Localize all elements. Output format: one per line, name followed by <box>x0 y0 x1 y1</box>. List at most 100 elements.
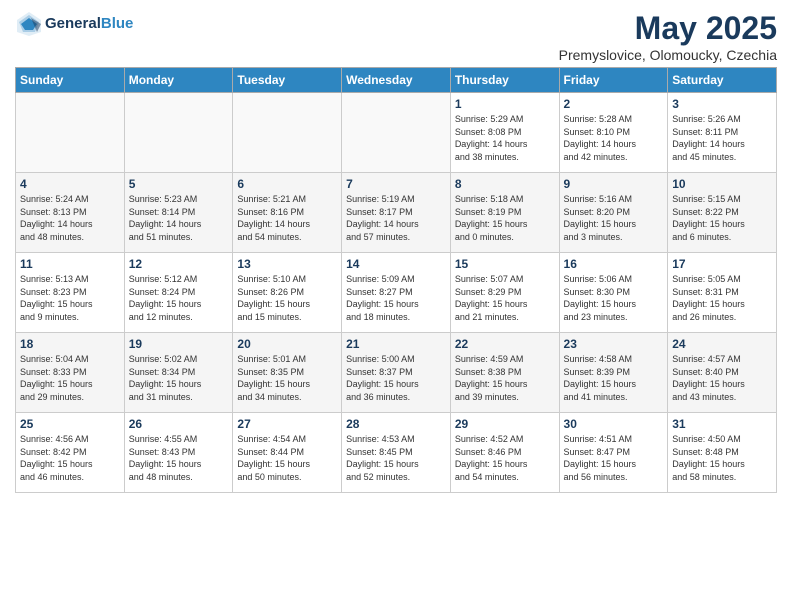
day-number: 29 <box>455 417 555 431</box>
subtitle: Premyslovice, Olomoucky, Czechia <box>559 47 777 63</box>
day-number: 25 <box>20 417 120 431</box>
day-number: 17 <box>672 257 772 271</box>
day-number: 23 <box>564 337 664 351</box>
day-number: 3 <box>672 97 772 111</box>
day-info: Sunrise: 4:52 AM Sunset: 8:46 PM Dayligh… <box>455 433 555 483</box>
day-info: Sunrise: 5:21 AM Sunset: 8:16 PM Dayligh… <box>237 193 337 243</box>
day-info: Sunrise: 5:24 AM Sunset: 8:13 PM Dayligh… <box>20 193 120 243</box>
day-number: 9 <box>564 177 664 191</box>
weekday-header-row: SundayMondayTuesdayWednesdayThursdayFrid… <box>16 68 777 93</box>
weekday-header-monday: Monday <box>124 68 233 93</box>
day-info: Sunrise: 5:00 AM Sunset: 8:37 PM Dayligh… <box>346 353 446 403</box>
day-info: Sunrise: 4:56 AM Sunset: 8:42 PM Dayligh… <box>20 433 120 483</box>
calendar-cell <box>16 93 125 173</box>
day-info: Sunrise: 5:29 AM Sunset: 8:08 PM Dayligh… <box>455 113 555 163</box>
day-info: Sunrise: 5:05 AM Sunset: 8:31 PM Dayligh… <box>672 273 772 323</box>
day-number: 27 <box>237 417 337 431</box>
day-info: Sunrise: 5:07 AM Sunset: 8:29 PM Dayligh… <box>455 273 555 323</box>
calendar-cell: 14 Sunrise: 5:09 AM Sunset: 8:27 PM Dayli… <box>342 253 451 333</box>
day-info: Sunrise: 4:53 AM Sunset: 8:45 PM Dayligh… <box>346 433 446 483</box>
calendar-table: SundayMondayTuesdayWednesdayThursdayFrid… <box>15 67 777 493</box>
calendar-cell: 23 Sunrise: 4:58 AM Sunset: 8:39 PM Dayli… <box>559 333 668 413</box>
header: GeneralBlue May 2025 Premyslovice, Olomo… <box>15 10 777 63</box>
calendar-cell <box>233 93 342 173</box>
day-number: 2 <box>564 97 664 111</box>
day-number: 20 <box>237 337 337 351</box>
day-info: Sunrise: 5:12 AM Sunset: 8:24 PM Dayligh… <box>129 273 229 323</box>
day-info: Sunrise: 4:58 AM Sunset: 8:39 PM Dayligh… <box>564 353 664 403</box>
day-info: Sunrise: 5:15 AM Sunset: 8:22 PM Dayligh… <box>672 193 772 243</box>
day-info: Sunrise: 4:59 AM Sunset: 8:38 PM Dayligh… <box>455 353 555 403</box>
calendar-cell: 3 Sunrise: 5:26 AM Sunset: 8:11 PM Daylig… <box>668 93 777 173</box>
calendar-cell: 22 Sunrise: 4:59 AM Sunset: 8:38 PM Dayli… <box>450 333 559 413</box>
title-block: May 2025 Premyslovice, Olomoucky, Czechi… <box>559 10 777 63</box>
day-number: 21 <box>346 337 446 351</box>
weekday-header-wednesday: Wednesday <box>342 68 451 93</box>
day-number: 14 <box>346 257 446 271</box>
calendar-cell: 1 Sunrise: 5:29 AM Sunset: 8:08 PM Daylig… <box>450 93 559 173</box>
day-number: 5 <box>129 177 229 191</box>
calendar-cell: 4 Sunrise: 5:24 AM Sunset: 8:13 PM Daylig… <box>16 173 125 253</box>
day-number: 1 <box>455 97 555 111</box>
day-info: Sunrise: 5:02 AM Sunset: 8:34 PM Dayligh… <box>129 353 229 403</box>
day-number: 8 <box>455 177 555 191</box>
calendar-cell: 12 Sunrise: 5:12 AM Sunset: 8:24 PM Dayli… <box>124 253 233 333</box>
calendar-cell: 24Sunrise: 4:57 AM Sunset: 8:40 PM Dayli… <box>668 333 777 413</box>
calendar-cell: 7Sunrise: 5:19 AM Sunset: 8:17 PM Daylig… <box>342 173 451 253</box>
day-number: 6 <box>237 177 337 191</box>
day-info: Sunrise: 5:06 AM Sunset: 8:30 PM Dayligh… <box>564 273 664 323</box>
calendar-cell: 21 Sunrise: 5:00 AM Sunset: 8:37 PM Dayli… <box>342 333 451 413</box>
month-title: May 2025 <box>559 10 777 47</box>
day-info: Sunrise: 4:50 AM Sunset: 8:48 PM Dayligh… <box>672 433 772 483</box>
weekday-header-thursday: Thursday <box>450 68 559 93</box>
calendar-cell: 15Sunrise: 5:07 AM Sunset: 8:29 PM Dayli… <box>450 253 559 333</box>
day-info: Sunrise: 5:10 AM Sunset: 8:26 PM Dayligh… <box>237 273 337 323</box>
day-info: Sunrise: 5:01 AM Sunset: 8:35 PM Dayligh… <box>237 353 337 403</box>
calendar-cell: 8Sunrise: 5:18 AM Sunset: 8:19 PM Daylig… <box>450 173 559 253</box>
calendar-cell: 27 Sunrise: 4:54 AM Sunset: 8:44 PM Dayli… <box>233 413 342 493</box>
calendar-cell: 11Sunrise: 5:13 AM Sunset: 8:23 PM Dayli… <box>16 253 125 333</box>
calendar-cell: 17 Sunrise: 5:05 AM Sunset: 8:31 PM Dayli… <box>668 253 777 333</box>
calendar-cell: 25 Sunrise: 4:56 AM Sunset: 8:42 PM Dayli… <box>16 413 125 493</box>
day-info: Sunrise: 5:19 AM Sunset: 8:17 PM Dayligh… <box>346 193 446 243</box>
calendar-cell: 18 Sunrise: 5:04 AM Sunset: 8:33 PM Dayli… <box>16 333 125 413</box>
calendar-cell <box>342 93 451 173</box>
day-number: 22 <box>455 337 555 351</box>
day-number: 11 <box>20 257 120 271</box>
day-number: 16 <box>564 257 664 271</box>
week-row-3: 11Sunrise: 5:13 AM Sunset: 8:23 PM Dayli… <box>16 253 777 333</box>
day-info: Sunrise: 5:09 AM Sunset: 8:27 PM Dayligh… <box>346 273 446 323</box>
weekday-header-tuesday: Tuesday <box>233 68 342 93</box>
day-number: 30 <box>564 417 664 431</box>
calendar-cell: 2Sunrise: 5:28 AM Sunset: 8:10 PM Daylig… <box>559 93 668 173</box>
logo-icon <box>15 10 43 38</box>
calendar-cell: 26Sunrise: 4:55 AM Sunset: 8:43 PM Dayli… <box>124 413 233 493</box>
day-info: Sunrise: 5:26 AM Sunset: 8:11 PM Dayligh… <box>672 113 772 163</box>
day-number: 31 <box>672 417 772 431</box>
day-number: 12 <box>129 257 229 271</box>
day-number: 28 <box>346 417 446 431</box>
day-info: Sunrise: 5:04 AM Sunset: 8:33 PM Dayligh… <box>20 353 120 403</box>
week-row-4: 18 Sunrise: 5:04 AM Sunset: 8:33 PM Dayli… <box>16 333 777 413</box>
week-row-2: 4 Sunrise: 5:24 AM Sunset: 8:13 PM Daylig… <box>16 173 777 253</box>
day-info: Sunrise: 5:23 AM Sunset: 8:14 PM Dayligh… <box>129 193 229 243</box>
weekday-header-saturday: Saturday <box>668 68 777 93</box>
day-number: 10 <box>672 177 772 191</box>
day-info: Sunrise: 4:54 AM Sunset: 8:44 PM Dayligh… <box>237 433 337 483</box>
calendar-cell: 16 Sunrise: 5:06 AM Sunset: 8:30 PM Dayli… <box>559 253 668 333</box>
day-number: 24 <box>672 337 772 351</box>
calendar-cell: 13Sunrise: 5:10 AM Sunset: 8:26 PM Dayli… <box>233 253 342 333</box>
calendar-cell: 19Sunrise: 5:02 AM Sunset: 8:34 PM Dayli… <box>124 333 233 413</box>
day-number: 18 <box>20 337 120 351</box>
logo: GeneralBlue <box>15 10 133 38</box>
day-info: Sunrise: 4:51 AM Sunset: 8:47 PM Dayligh… <box>564 433 664 483</box>
weekday-header-friday: Friday <box>559 68 668 93</box>
logo-name: GeneralBlue <box>45 15 133 33</box>
calendar-cell: 29 Sunrise: 4:52 AM Sunset: 8:46 PM Dayli… <box>450 413 559 493</box>
weekday-header-sunday: Sunday <box>16 68 125 93</box>
day-number: 4 <box>20 177 120 191</box>
calendar-cell: 10 Sunrise: 5:15 AM Sunset: 8:22 PM Dayli… <box>668 173 777 253</box>
calendar-cell <box>124 93 233 173</box>
calendar-cell: 28 Sunrise: 4:53 AM Sunset: 8:45 PM Dayli… <box>342 413 451 493</box>
calendar-cell: 20 Sunrise: 5:01 AM Sunset: 8:35 PM Dayli… <box>233 333 342 413</box>
